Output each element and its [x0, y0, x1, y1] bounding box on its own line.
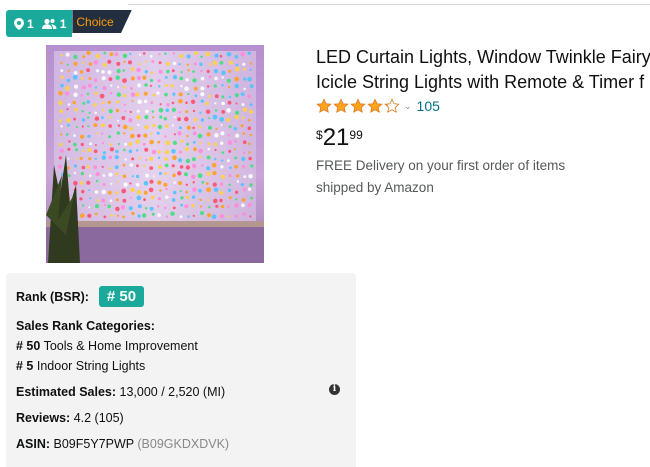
star-rating [316, 98, 400, 114]
estimated-sales-row: Estimated Sales: 13,000 / 2,520 (MI) [16, 385, 225, 399]
star-icon [350, 98, 366, 113]
delivery-line1: FREE Delivery on your first order of ite… [316, 158, 566, 173]
product-title-line2: Icicle String Lights with Remote & Timer… [316, 72, 645, 92]
rating-count[interactable]: 105 [417, 98, 440, 114]
star-icon [316, 98, 332, 113]
star-icon [367, 98, 383, 113]
reviews-value: 4.2 (105) [73, 411, 124, 425]
price-symbol: $ [316, 128, 323, 142]
map-pin-icon [14, 17, 24, 30]
estimated-sales-label: Estimated Sales: [16, 385, 117, 399]
info-icon[interactable]: i [329, 384, 340, 395]
rating-summary[interactable]: ⌄ 105 [316, 98, 440, 114]
category-rank: # 5 [16, 359, 34, 373]
star-icon [333, 98, 349, 113]
badge-counts: 1 1 [6, 10, 73, 37]
category-row: # 5 Indoor String Lights [16, 359, 145, 373]
delivery-message: FREE Delivery on your first order of ite… [316, 155, 616, 199]
product-image[interactable] [46, 45, 264, 263]
chevron-down-icon[interactable]: ⌄ [404, 101, 412, 112]
price-whole: 21 [322, 124, 350, 151]
rank-row: Rank (BSR): # 50 [16, 286, 145, 307]
product-title-line1: LED Curtain Lights, Window Twinkle Fairy [316, 47, 650, 67]
product-details-panel: Rank (BSR): # 50 Sales Rank Categories: … [6, 273, 356, 467]
estimated-sales-value: 13,000 / 2,520 (MI) [119, 385, 226, 399]
choice-badge: Choice [72, 10, 132, 33]
asin-label: ASIN: [16, 437, 51, 451]
sellers-count: 1 [59, 16, 67, 31]
badge-bar: 1 1 Choice [6, 10, 132, 37]
category-rank: # 50 [16, 339, 41, 353]
rank-label: Rank (BSR): [16, 289, 89, 304]
location-badge[interactable]: 1 [14, 17, 34, 31]
category-name: Tools & Home Improvement [43, 339, 198, 353]
star-icon [384, 98, 400, 113]
delivery-line2: shipped by Amazon [316, 180, 434, 195]
asin-value[interactable]: B09F5Y7PWP [54, 437, 134, 451]
price: $ 21 99 [316, 124, 363, 152]
users-icon [41, 18, 57, 29]
location-count: 1 [27, 16, 34, 31]
asin-row: ASIN: B09F5Y7PWP (B09GKDXDVK) [16, 437, 229, 451]
rank-badge: # 50 [98, 286, 145, 307]
top-divider [128, 4, 650, 5]
category-row: # 50 Tools & Home Improvement [16, 339, 198, 353]
sellers-badge[interactable]: 1 [41, 16, 67, 31]
reviews-row: Reviews: 4.2 (105) [16, 411, 124, 425]
reviews-label: Reviews: [16, 411, 71, 425]
category-name: Indoor String Lights [36, 359, 146, 373]
categories-label: Sales Rank Categories: [16, 319, 155, 333]
price-fraction: 99 [349, 128, 363, 142]
asin-parent[interactable]: (B09GKDXDVK) [137, 437, 229, 451]
product-title[interactable]: LED Curtain Lights, Window Twinkle Fairy… [316, 45, 650, 95]
